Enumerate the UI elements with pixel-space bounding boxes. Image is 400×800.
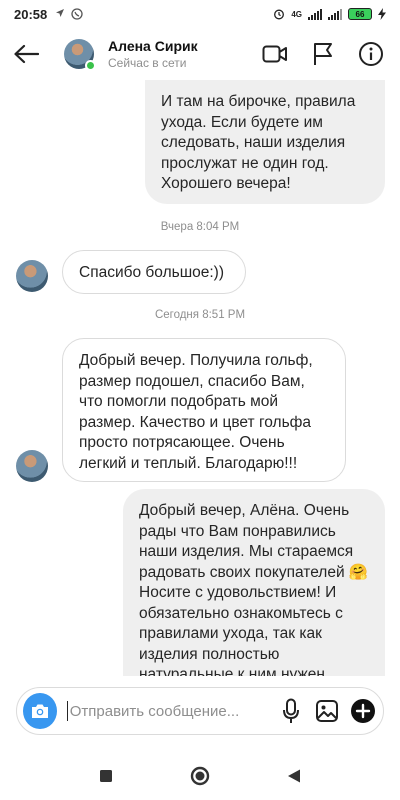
signal-strength-icon-2 [328, 8, 342, 20]
triangle-back-icon [288, 769, 300, 783]
info-icon [359, 42, 383, 66]
location-arrow-icon [56, 9, 65, 17]
microphone-icon [282, 698, 299, 723]
message-input[interactable] [66, 701, 269, 721]
contact-info[interactable]: Алена Сирик Сейчас в сети [108, 38, 198, 70]
contact-name: Алена Сирик [108, 38, 198, 54]
system-nav-bar [0, 752, 400, 800]
circle-icon [190, 766, 210, 786]
report-button[interactable] [310, 41, 336, 67]
voice-message-button[interactable] [277, 696, 305, 726]
video-camera-icon [262, 45, 287, 63]
home-button[interactable] [186, 762, 214, 790]
battery-icon: 66 [348, 8, 372, 20]
message-incoming[interactable]: Спасибо большое:)) [62, 250, 246, 294]
flag-icon [314, 43, 332, 65]
timestamp: Вчера 8:04 PM [160, 221, 240, 233]
message-composer [16, 687, 384, 735]
status-time: 20:58 [14, 6, 48, 22]
chat-header: Алена Сирик Сейчас в сети [0, 28, 400, 80]
back-nav-button[interactable] [280, 762, 308, 790]
message-outgoing[interactable]: И там на бирочке, правила ухода. Если бу… [145, 80, 385, 204]
gallery-button[interactable] [313, 696, 341, 726]
video-call-button[interactable] [262, 41, 288, 67]
sender-avatar[interactable] [16, 260, 48, 292]
status-notification-icons [55, 8, 83, 20]
online-indicator [85, 60, 96, 71]
timestamp: Сегодня 8:51 PM [154, 309, 246, 321]
message-thread[interactable]: И там на бирочке, правила ухода. Если бу… [0, 80, 400, 676]
header-actions [262, 41, 388, 67]
charging-icon [378, 8, 386, 20]
contact-avatar[interactable] [64, 39, 96, 71]
camera-icon [31, 704, 48, 718]
alarm-icon [274, 9, 285, 20]
sender-avatar[interactable] [16, 450, 48, 482]
square-icon [100, 770, 112, 782]
network-type: 4G [291, 9, 302, 19]
status-bar: 20:58 4G 66 [0, 0, 400, 28]
back-button[interactable] [12, 40, 40, 68]
image-icon [315, 700, 338, 722]
viber-icon [71, 8, 83, 20]
battery-level: 66 [355, 9, 365, 19]
message-incoming[interactable]: Добрый вечер. Получила гольф, размер под… [62, 338, 346, 482]
status-right: 4G 66 [273, 8, 386, 20]
info-button[interactable] [358, 41, 384, 67]
message-outgoing[interactable]: Добрый вечер, Алёна. Очень рады что Вам … [123, 489, 385, 676]
contact-status: Сейчас в сети [108, 56, 187, 70]
recents-button[interactable] [92, 762, 120, 790]
camera-button[interactable] [23, 693, 57, 729]
more-options-button[interactable] [349, 696, 377, 726]
arrow-left-icon [14, 44, 39, 64]
signal-strength-icon [308, 8, 322, 20]
plus-circle-icon [350, 699, 375, 723]
